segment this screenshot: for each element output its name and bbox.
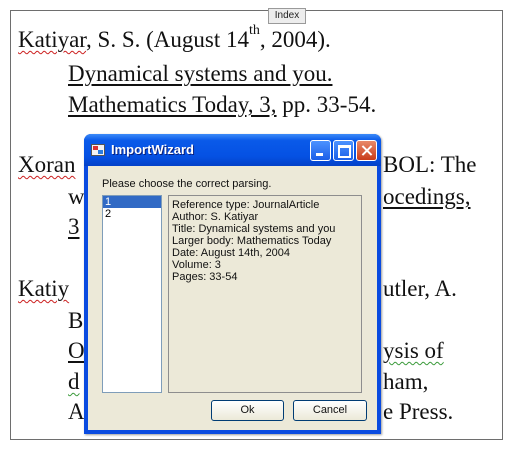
ref3-line4-left: d: [68, 369, 80, 394]
index-tab[interactable]: Index: [268, 8, 306, 24]
dialog-body: Please choose the correct parsing. 1 2 R…: [88, 166, 377, 430]
import-wizard-dialog: ImportWizard Please choose the correct p…: [84, 134, 381, 434]
ok-button[interactable]: Ok: [211, 400, 284, 421]
detail-volume: Volume: 3: [172, 259, 221, 271]
maximize-icon[interactable]: [333, 140, 354, 161]
parsing-listbox[interactable]: 1 2: [102, 195, 162, 393]
detail-larger-body: Larger body: Mathematics Today: [172, 235, 332, 247]
minimize-icon[interactable]: [310, 140, 331, 161]
detail-pages: Pages: 33-54: [172, 271, 238, 283]
ref1-author: Katiyar: [18, 27, 87, 52]
ref1-line1: Katiyar, S. S. (August 14th, 2004).: [18, 23, 331, 54]
ref1-date: , S. S. (August 14: [86, 27, 249, 52]
ref1-title: Dynamical systems and you.: [68, 61, 333, 86]
ref3-author: Katiy: [18, 276, 70, 301]
dialog-titlebar[interactable]: ImportWizard: [84, 134, 381, 166]
ref3-line4-right: ham,: [383, 369, 429, 394]
detail-title: Title: Dynamical systems and you: [172, 223, 336, 235]
ref2-line1-right: BOL: The: [383, 152, 477, 177]
cancel-button[interactable]: Cancel: [293, 400, 367, 421]
ref2-line2-left: w: [68, 184, 85, 209]
ref3-line2: B: [68, 308, 84, 333]
list-item[interactable]: 2: [103, 208, 161, 220]
ref1-line3: Mathematics Today, 3, pp. 33-54.: [68, 91, 376, 119]
close-icon[interactable]: [356, 140, 377, 161]
ref2-line2-right: ocedings,: [383, 184, 471, 209]
ref3-line5-right: e Press.: [383, 399, 454, 424]
ref3-line3-left: O: [68, 338, 85, 363]
detail-author: Author: S. Katiyar: [172, 211, 259, 223]
ref1-date-end: , 2004).: [259, 27, 331, 52]
app-icon: [91, 144, 105, 156]
list-item[interactable]: 1: [103, 196, 161, 208]
ref3-line5-left: A: [68, 399, 85, 424]
ref1-journal: Mathematics Today, 3,: [68, 92, 277, 117]
parsing-prompt: Please choose the correct parsing.: [102, 178, 272, 190]
parsing-details: Reference type: JournalArticle Author: S…: [168, 195, 362, 393]
dialog-title: ImportWizard: [111, 142, 194, 157]
ref2-line3: 3: [68, 214, 80, 239]
ref3-line1-right: utler, A.: [383, 276, 457, 301]
ref3-line3-right: ysis of: [383, 338, 444, 363]
ref1-pages: pp. 33-54.: [276, 92, 377, 117]
ref1-date-suffix: th: [249, 23, 260, 38]
detail-date: Date: August 14th, 2004: [172, 247, 291, 259]
ref2-author: Xoran: [18, 152, 76, 177]
detail-reference-type: Reference type: JournalArticle: [172, 199, 320, 211]
